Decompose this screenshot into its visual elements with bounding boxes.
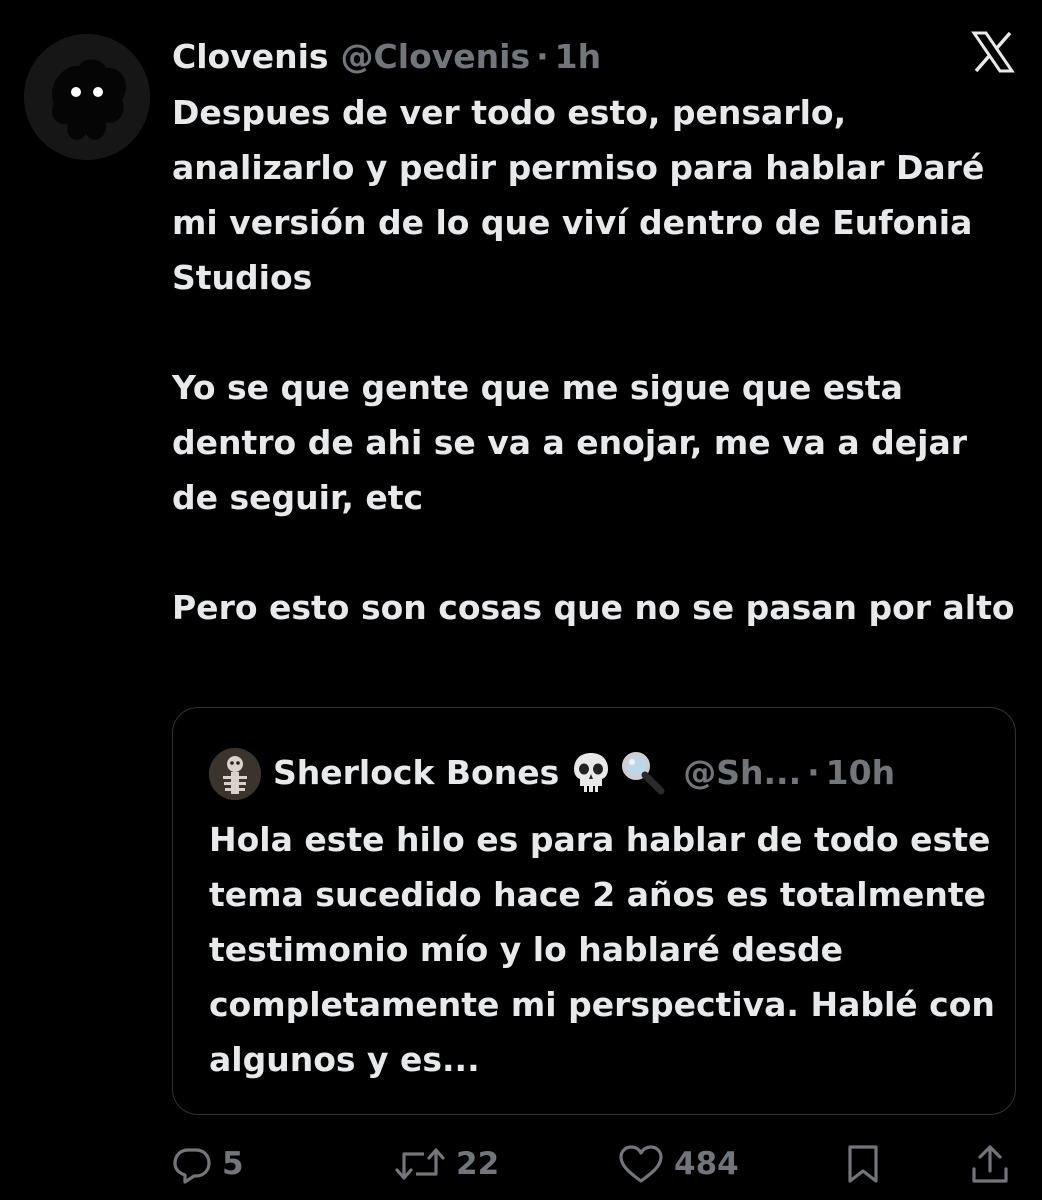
quoted-tweet-text: Hola este hilo es para hablar de todo es…: [209, 820, 995, 1079]
like-button[interactable]: 484: [618, 1140, 739, 1188]
share-icon: [972, 1145, 1008, 1183]
ghost-avatar-icon: [24, 34, 150, 160]
repost-button[interactable]: 22: [394, 1140, 499, 1188]
quoted-author-handle: @Sh...: [683, 752, 802, 792]
skeleton-avatar-icon: [209, 748, 261, 800]
reply-count: 5: [222, 1146, 244, 1182]
tweet-time[interactable]: 1h: [555, 37, 601, 76]
tweet-paragraph: Despues de ver todo esto, pensarlo, anal…: [172, 93, 985, 297]
repost-icon: [395, 1148, 445, 1180]
like-count: 484: [674, 1146, 739, 1182]
repost-count: 22: [456, 1146, 500, 1182]
magnifying-glass-emoji-icon: [622, 752, 665, 795]
bookmark-button[interactable]: [845, 1140, 881, 1188]
tweet-paragraph: Pero esto son cosas que no se pasan por …: [172, 588, 1015, 627]
reply-icon: [173, 1148, 211, 1184]
author-avatar[interactable]: [24, 34, 150, 160]
tweet-header: Clovenis @Clovenis · 1h: [172, 32, 601, 80]
skull-emoji-icon: [574, 753, 609, 792]
bookmark-icon: [848, 1145, 878, 1183]
quoted-tweet-card[interactable]: Sherlock Bones @Sh... · 10h Hola este hi…: [172, 707, 1016, 1115]
author-handle[interactable]: @Clovenis: [341, 37, 531, 76]
quoted-header-separator: ·: [807, 752, 820, 792]
quoted-author-emojis: [571, 749, 665, 795]
header-separator: ·: [536, 36, 549, 76]
share-button[interactable]: [970, 1140, 1010, 1188]
author-name[interactable]: Clovenis: [172, 37, 329, 76]
like-icon: [619, 1145, 663, 1183]
quoted-author-name: Sherlock Bones: [273, 752, 560, 792]
tweet-paragraph: Yo se que gente que me sigue que esta de…: [172, 368, 968, 517]
reply-button[interactable]: 5: [172, 1140, 244, 1188]
quoted-tweet-time: 10h: [825, 752, 896, 792]
action-bar: 5 22 484: [0, 1140, 1042, 1188]
tweet-text: Despues de ver todo esto, pensarlo, anal…: [172, 85, 1022, 635]
quoted-author-avatar: [209, 748, 261, 800]
quoted-tweet-header: Sherlock Bones @Sh... · 10h: [273, 746, 895, 798]
x-logo-icon: [971, 31, 1015, 73]
